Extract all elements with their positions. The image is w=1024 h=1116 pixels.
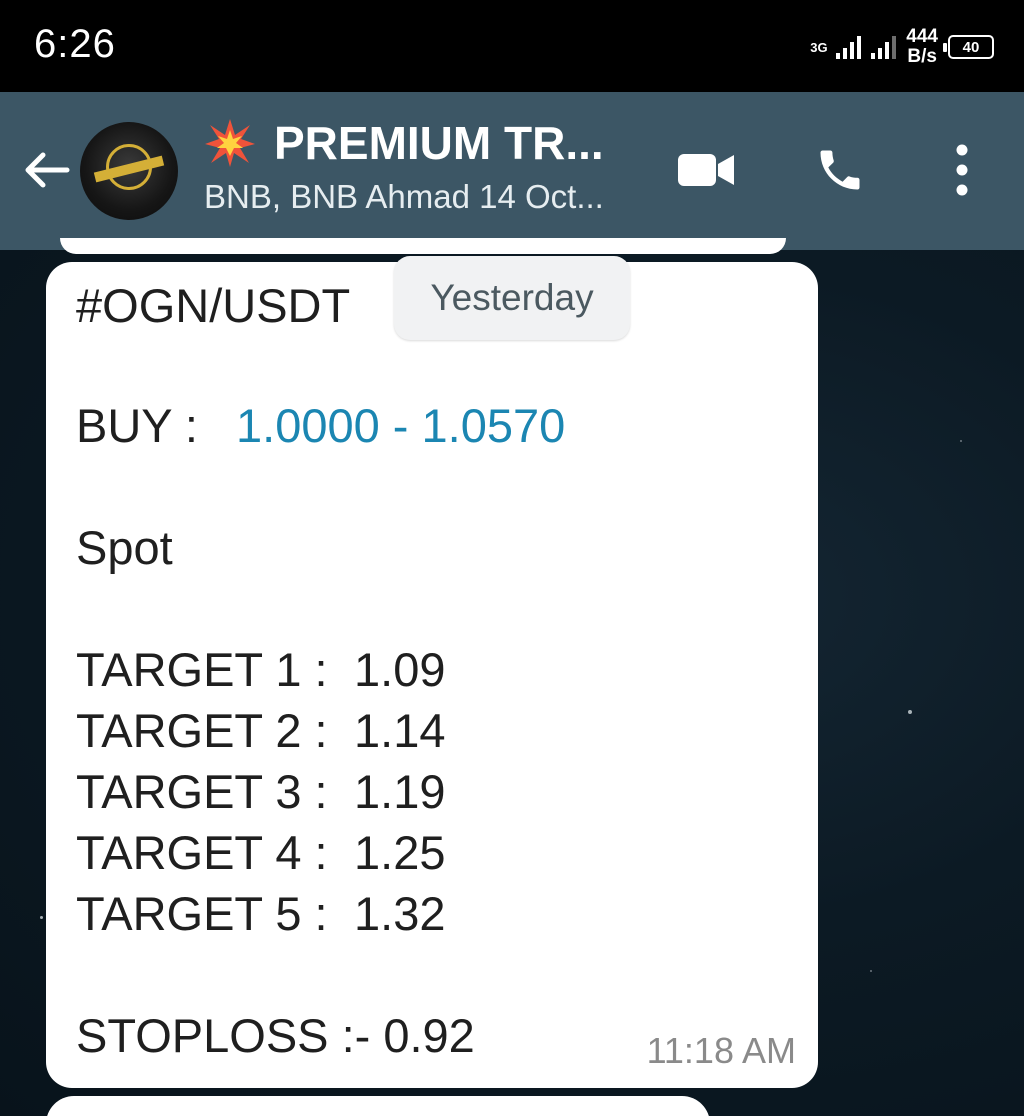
target-label: TARGET 2 : — [76, 704, 328, 757]
chat-title-block[interactable]: PREMIUM TR... BNB, BNB Ahmad 14 Oct... — [204, 112, 644, 216]
status-icons: 3G 444 B/s 40 — [810, 22, 994, 72]
next-message-bubble[interactable] — [46, 1096, 710, 1116]
collision-burst-icon — [205, 119, 255, 167]
network-type-label: 3G — [810, 39, 828, 55]
target-label: TARGET 1 : — [76, 643, 328, 696]
more-options-icon — [956, 144, 968, 196]
wallpaper-star — [870, 970, 872, 972]
date-chip: Yesterday — [394, 256, 630, 340]
voice-call-icon — [820, 150, 860, 190]
target-line: TARGET 2 : 1.14 — [76, 703, 445, 759]
previous-message-edge — [60, 238, 786, 254]
chat-subtitle: BNB, BNB Ahmad 14 Oct... — [204, 178, 604, 215]
signal-strength-icon — [836, 35, 862, 59]
target-value: 1.14 — [354, 704, 446, 757]
back-button[interactable] — [18, 142, 74, 198]
group-avatar[interactable] — [80, 122, 178, 220]
chat-title: PREMIUM TR... — [204, 112, 644, 174]
target-value: 1.32 — [354, 887, 446, 940]
buy-label: BUY : — [76, 399, 198, 452]
message-market: Spot — [76, 521, 173, 574]
wallpaper-star — [908, 710, 912, 714]
target-value: 1.19 — [354, 765, 446, 818]
signal-strength-icon-2 — [871, 35, 897, 59]
video-call-icon — [678, 154, 734, 186]
battery-level: 40 — [962, 38, 980, 56]
target-line: TARGET 4 : 1.25 — [76, 825, 445, 881]
target-line: TARGET 5 : 1.32 — [76, 886, 445, 942]
network-speed-unit: B/s — [907, 46, 937, 67]
message-buy-line: BUY : 1.0000 - 1.0570 — [76, 398, 565, 454]
video-call-button[interactable] — [674, 138, 738, 202]
network-speed: 444 B/s — [906, 27, 938, 67]
wallpaper-star — [960, 440, 962, 442]
status-time: 6:26 — [34, 22, 116, 66]
status-bar: 6:26 3G 444 B/s 40 — [0, 0, 1024, 92]
message-bubble[interactable]: #OGN/USDT BUY : 1.0000 - 1.0570 Spot TARG… — [46, 262, 818, 1088]
back-arrow-icon — [25, 152, 70, 188]
wallpaper-star — [40, 916, 43, 919]
chat-header: PREMIUM TR... BNB, BNB Ahmad 14 Oct... — [0, 92, 1024, 250]
battery-icon: 40 — [943, 35, 994, 59]
target-line: TARGET 3 : 1.19 — [76, 764, 445, 820]
chat-title-text: PREMIUM TR... — [274, 117, 604, 169]
target-label: TARGET 4 : — [76, 826, 328, 879]
target-label: TARGET 3 : — [76, 765, 328, 818]
voice-call-button[interactable] — [808, 138, 872, 202]
target-value: 1.09 — [354, 643, 446, 696]
target-label: TARGET 5 : — [76, 887, 328, 940]
target-value: 1.25 — [354, 826, 446, 879]
more-options-button[interactable] — [930, 138, 994, 202]
target-line: TARGET 1 : 1.09 — [76, 642, 445, 698]
buy-range-link[interactable]: 1.0000 - 1.0570 — [236, 399, 565, 452]
message-pair: #OGN/USDT — [76, 279, 351, 332]
message-stoploss: STOPLOSS :- 0.92 — [76, 1009, 475, 1062]
network-speed-value: 444 — [906, 26, 938, 47]
message-timestamp: 11:18 AM — [646, 1030, 796, 1071]
